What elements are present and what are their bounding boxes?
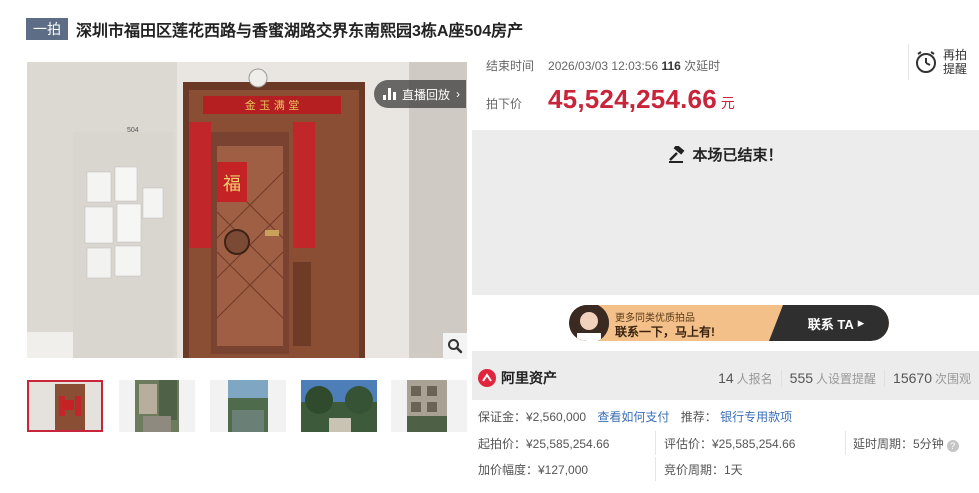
- platform-name: 阿里资产: [501, 370, 557, 386]
- delay-period-row: 延时周期：5分钟?: [853, 435, 959, 452]
- reminder-count: 555: [789, 369, 814, 386]
- final-price-value: 45,524,254.66: [548, 84, 717, 114]
- signup-label: 人报名: [736, 371, 773, 386]
- end-time-label: 结束时间: [486, 59, 535, 73]
- contact-subtitle: 更多同类优质拍品: [615, 313, 695, 324]
- chevron-right-icon: ›: [456, 87, 461, 101]
- magnifier-icon: [448, 339, 463, 354]
- remind-label: 再拍提醒: [943, 48, 968, 76]
- thumbnail-garden-path[interactable]: [119, 380, 195, 432]
- door-fu: 福: [223, 174, 241, 195]
- live-replay-button[interactable]: 直播回放 ›: [374, 80, 466, 108]
- contact-title: 联系一下，马上有!: [615, 325, 715, 339]
- bid-increment: 加价幅度：¥127,000: [478, 463, 589, 477]
- contact-ta-label: 联系 TA: [807, 316, 854, 332]
- thumbnail-courtyard[interactable]: [210, 380, 286, 432]
- reminder-label: 人设置提醒: [816, 371, 877, 386]
- deposit-row: 保证金：¥2,560,000 查看如何支付 推荐： 银行专用款项: [478, 408, 792, 425]
- platform-row: 阿里资产 14 人报名 555 人设置提醒 15670 次围观: [472, 362, 979, 394]
- extend-count: 116: [661, 59, 681, 73]
- appraisal-price: 评估价：¥25,585,254.66: [664, 437, 796, 451]
- delay-period: 延时周期：5分钟: [853, 437, 944, 451]
- contact-banner[interactable]: 更多同类优质拍品 联系一下，马上有! 联系 TA ▸: [472, 295, 979, 351]
- auction-ended-panel: 本场已结束！ 更多同类优质拍品 联系一下，马上有! 联系 TA ▸: [472, 130, 979, 400]
- start-price: 起拍价：¥25,585,254.66: [478, 437, 610, 451]
- how-to-pay-link[interactable]: 查看如何支付: [597, 410, 669, 424]
- view-label: 次围观: [934, 371, 971, 386]
- end-time-row: 结束时间 2026/03/03 12:03:56 116 次延时: [486, 57, 720, 74]
- live-replay-label: 直播回放: [402, 87, 451, 102]
- thumbnail-strip: [27, 378, 467, 436]
- title-bar: 一拍 深圳市福田区莲花西路与香蜜湖路交界东南熙园3栋A座504房产: [26, 14, 966, 44]
- divider: [655, 431, 656, 455]
- reminder-stat: 555 人设置提醒: [780, 369, 884, 387]
- thumbnail-building[interactable]: [391, 380, 467, 432]
- signup-stat: 14 人报名: [710, 370, 781, 387]
- gavel-icon: [669, 145, 685, 163]
- door-couplet-top: 金 玉 满 堂: [245, 98, 300, 112]
- end-time-value: 2026/03/03 12:03:56: [548, 59, 659, 73]
- recommend-label: 推荐：: [680, 410, 717, 424]
- help-icon[interactable]: ?: [946, 440, 959, 452]
- divider: [845, 431, 846, 455]
- contact-ta-button[interactable]: 联系 TA ▸: [769, 305, 889, 341]
- door-number: 504: [127, 127, 139, 134]
- bank-account-link[interactable]: 银行专用款项: [720, 410, 792, 424]
- divider: [655, 457, 656, 481]
- ali-assets-logo-icon: [478, 369, 496, 387]
- auction-stats: 14 人报名 555 人设置提醒 15670 次围观: [710, 369, 979, 387]
- auction-ended-text: 本场已结束！: [692, 147, 783, 164]
- agent-avatar: [569, 305, 609, 341]
- auction-ended-message: 本场已结束！: [472, 144, 979, 165]
- view-stat: 15670 次围观: [884, 369, 979, 387]
- alarm-clock-icon: [916, 51, 936, 73]
- bidding-period: 竞价周期：1天: [664, 463, 743, 477]
- view-count: 15670: [893, 369, 932, 386]
- remind-button[interactable]: 再拍提醒: [908, 44, 978, 80]
- contact-pill[interactable]: 更多同类优质拍品 联系一下，马上有! 联系 TA ▸: [569, 305, 889, 341]
- final-price-unit: 元: [720, 95, 735, 111]
- thumbnail-trees-sky[interactable]: [301, 380, 377, 432]
- final-price-row: 拍下价 45,524,254.66 元: [486, 84, 735, 115]
- play-arrow-icon: ▸: [857, 315, 865, 330]
- final-price-label: 拍下价: [486, 97, 523, 111]
- platform-logo[interactable]: 阿里资产: [478, 368, 557, 388]
- signup-count: 14: [718, 369, 734, 386]
- extend-unit: 次延时: [684, 59, 721, 73]
- zoom-button[interactable]: [443, 333, 467, 359]
- thumbnail-door[interactable]: [27, 380, 103, 432]
- deposit-value: 保证金：¥2,560,000: [478, 410, 587, 424]
- auction-panel: 结束时间 2026/03/03 12:03:56 116 次延时 再拍提醒 拍下…: [472, 44, 979, 493]
- page-title: 深圳市福田区莲花西路与香蜜湖路交界东南熙园3栋A座504房产: [76, 23, 524, 40]
- auction-round-badge: 一拍: [26, 18, 68, 40]
- replay-icon: [383, 88, 396, 100]
